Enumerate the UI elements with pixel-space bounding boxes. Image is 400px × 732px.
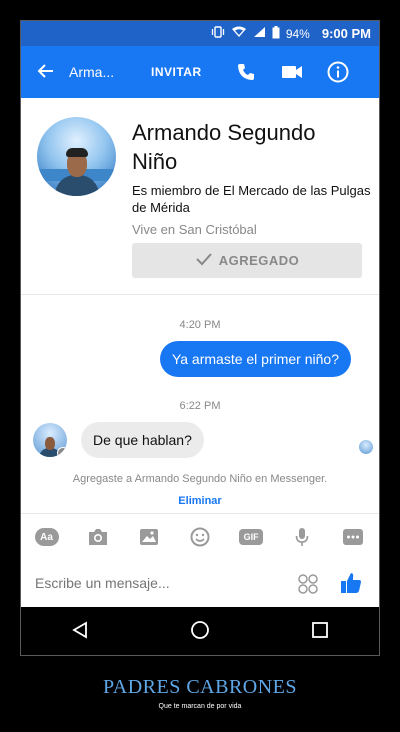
camera-icon[interactable]	[85, 526, 111, 548]
clock: 9:00 PM	[321, 26, 371, 41]
contact-name-short[interactable]: Arma...	[69, 64, 139, 80]
phone-icon[interactable]	[223, 62, 269, 82]
vibrate-icon	[211, 26, 225, 41]
video-camera-icon[interactable]	[269, 64, 315, 80]
wifi-icon	[231, 26, 247, 41]
profile-name: Armando Segundo Niño	[132, 120, 316, 174]
location-info: Vive en San Cristóbal	[132, 222, 257, 237]
aa-label: Aa	[34, 528, 59, 546]
message-input[interactable]	[33, 574, 277, 592]
sender-avatar[interactable]	[33, 423, 67, 457]
check-icon	[195, 252, 213, 269]
message-timestamp: 4:20 PM	[179, 319, 221, 331]
signal-icon	[253, 26, 266, 41]
gif-button[interactable]: GIF	[238, 526, 264, 548]
added-notice: Agregaste a Armando Segundo Niño en Mess…	[72, 473, 328, 485]
message-composer	[21, 559, 379, 607]
text-format-button[interactable]: Aa	[34, 526, 60, 548]
microphone-icon[interactable]	[289, 526, 315, 548]
seen-avatar	[359, 440, 373, 454]
android-nav-bar	[21, 607, 379, 655]
phone-screen: 94% 9:00 PM Arma... INVITAR Armando Segu…	[20, 20, 380, 656]
invite-button[interactable]: INVITAR	[151, 65, 223, 79]
conversation-header: Arma... INVITAR	[21, 46, 379, 98]
battery-percent: 94%	[285, 26, 310, 41]
compose-toolbar: Aa GIF	[21, 513, 379, 560]
added-label: AGREGADO	[218, 253, 300, 268]
meme-caption-title: PADRES CABRONES	[102, 676, 298, 698]
grid-icon[interactable]	[297, 573, 319, 600]
more-icon[interactable]	[340, 526, 366, 548]
message-timestamp: 6:22 PM	[179, 400, 221, 412]
nav-back-icon[interactable]	[71, 620, 89, 644]
added-button[interactable]: AGREGADO	[132, 243, 362, 278]
status-bar: 94% 9:00 PM	[21, 21, 379, 46]
emoji-icon[interactable]	[187, 526, 213, 548]
nav-recents-icon[interactable]	[311, 621, 329, 644]
outgoing-message[interactable]: Ya armaste el primer niño?	[159, 341, 351, 377]
avatar[interactable]	[37, 117, 116, 196]
contact-profile-card: Armando Segundo Niño Es miembro de El Me…	[21, 98, 379, 295]
remove-link[interactable]: Eliminar	[21, 495, 379, 507]
nav-home-icon[interactable]	[190, 620, 210, 645]
membership-info: Es miembro de El Mercado de las Pulgas d…	[132, 183, 371, 215]
thumbs-up-icon[interactable]	[339, 571, 363, 600]
gif-label: GIF	[239, 529, 264, 545]
image-icon[interactable]	[136, 526, 162, 548]
battery-icon	[272, 25, 280, 42]
back-arrow-icon[interactable]	[21, 59, 69, 85]
meme-caption-subtitle: Que te marcan de por vida	[158, 703, 242, 710]
info-icon[interactable]	[315, 61, 361, 83]
incoming-message[interactable]: De que hablan?	[81, 422, 204, 458]
